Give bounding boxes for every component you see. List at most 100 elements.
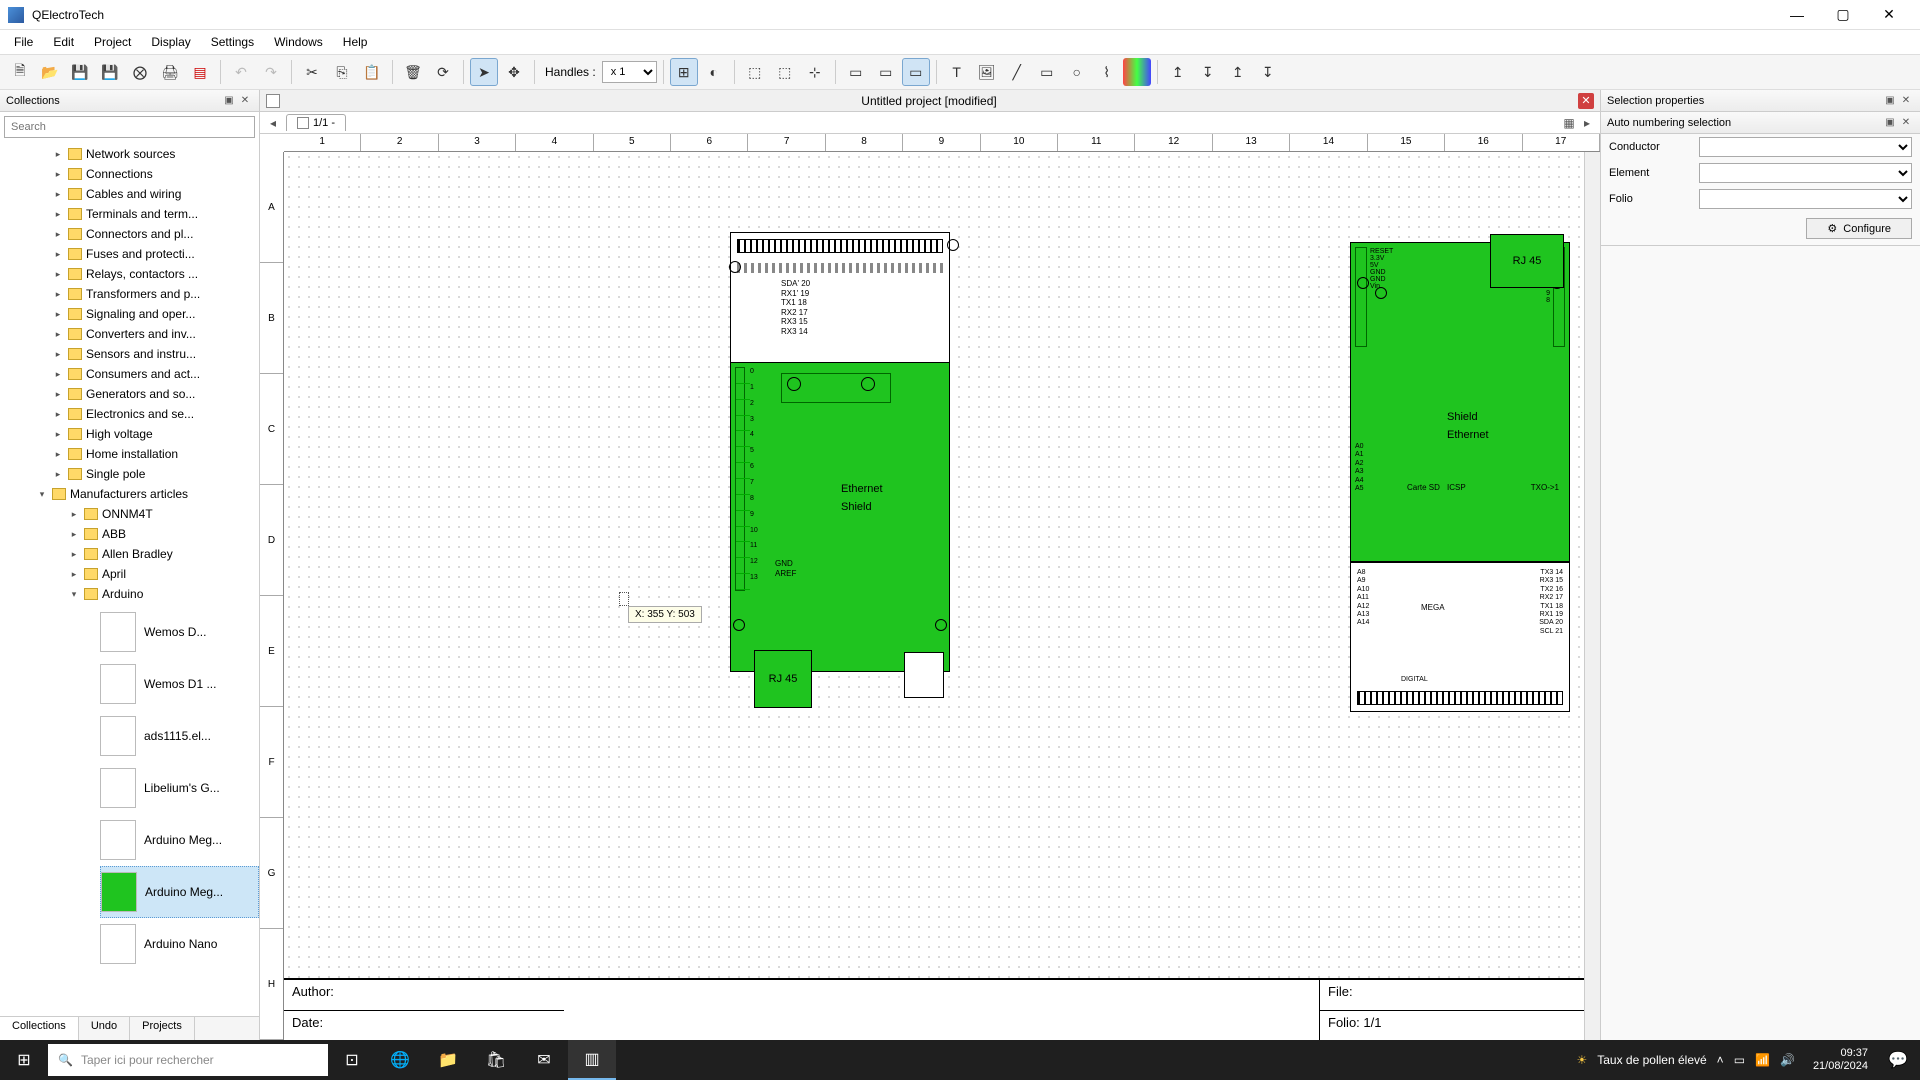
tree-item[interactable]: ▸Consumers and act... (0, 364, 259, 384)
notification-icon[interactable]: 💬 (1876, 1050, 1920, 1070)
volume-icon[interactable]: 🔊 (1780, 1053, 1795, 1067)
tree-item[interactable]: ▸High voltage (0, 424, 259, 444)
menu-help[interactable]: Help (333, 33, 378, 51)
tree-item[interactable]: ▸ABB (0, 524, 259, 544)
align1-icon[interactable]: ▭ (842, 58, 870, 86)
tree-item[interactable]: ▾Arduino (0, 584, 259, 604)
pan-tool-icon[interactable]: ✥ (500, 58, 528, 86)
delete-icon[interactable]: 🗑 (399, 58, 427, 86)
element-thumb[interactable]: Arduino Nano (100, 918, 259, 970)
ethernet-shield-right[interactable]: Shield Ethernet RESET3.3V5VGNDGNDVin ARE… (1350, 242, 1570, 562)
conductor-select[interactable] (1699, 137, 1912, 157)
element-thumb[interactable]: Libelium's G... (100, 762, 259, 814)
pdf-icon[interactable]: ▤ (186, 58, 214, 86)
tree-single-pole[interactable]: ▸Single pole (0, 464, 259, 484)
prop-float-icon[interactable]: ▣ (1882, 95, 1898, 106)
select-poly-icon[interactable]: ⬚ (771, 58, 799, 86)
grid-icon[interactable]: ⊞ (670, 58, 698, 86)
tree-item[interactable]: ▸Allen Bradley (0, 544, 259, 564)
autonum-float-icon[interactable]: ▣ (1882, 117, 1898, 128)
close-doc-icon[interactable]: ⨂ (126, 58, 154, 86)
battery-icon[interactable]: ▭ (1734, 1053, 1745, 1067)
page-next-icon[interactable]: ▸ (1578, 116, 1596, 130)
cut-icon[interactable]: ✂ (298, 58, 326, 86)
panel-float-icon[interactable]: ▣ (221, 95, 237, 106)
element-thumb[interactable]: Wemos D1 ... (100, 658, 259, 710)
tab-undo[interactable]: Undo (79, 1017, 130, 1040)
image-icon[interactable]: 🖼 (973, 58, 1001, 86)
tree-item[interactable]: ▸Network sources (0, 144, 259, 164)
rj45-left[interactable]: RJ 45 (754, 650, 812, 708)
prop-close-icon[interactable]: ✕ (1898, 95, 1914, 106)
rj45-right[interactable]: RJ 45 (1490, 234, 1564, 288)
collections-tree[interactable]: ▸Network sources▸Connections▸Cables and … (0, 142, 259, 1016)
copy-icon[interactable]: ⎘ (328, 58, 356, 86)
select-rect-icon[interactable]: ⬚ (741, 58, 769, 86)
pointer-tool-icon[interactable]: ➤ (470, 58, 498, 86)
tree-item[interactable]: ▸April (0, 564, 259, 584)
align3-icon[interactable]: ▭ (902, 58, 930, 86)
menu-windows[interactable]: Windows (264, 33, 333, 51)
rotate-icon[interactable]: ⟳ (429, 58, 457, 86)
wifi-icon[interactable]: 📶 (1755, 1053, 1770, 1067)
rect-shape-icon[interactable]: ▭ (1033, 58, 1061, 86)
minimize-button[interactable]: — (1774, 0, 1820, 30)
tree-item[interactable]: ▸Generators and so... (0, 384, 259, 404)
tab-collections[interactable]: Collections (0, 1017, 79, 1040)
menu-project[interactable]: Project (84, 33, 141, 51)
paste-icon[interactable]: 📋 (358, 58, 386, 86)
open-icon[interactable]: 📂 (36, 58, 64, 86)
taskbar-search[interactable]: 🔍Taper ici pour rechercher (48, 1044, 328, 1076)
tree-item[interactable]: ▸Relays, contactors ... (0, 264, 259, 284)
tree-item[interactable]: ▸Fuses and protecti... (0, 244, 259, 264)
ellipse-icon[interactable]: ○ (1063, 58, 1091, 86)
page-view-icon[interactable]: ▦ (1560, 116, 1578, 130)
autonum-close-icon[interactable]: ✕ (1898, 117, 1914, 128)
save-icon[interactable]: 💾 (66, 58, 94, 86)
configure-button[interactable]: ⚙Configure (1806, 218, 1912, 239)
element-thumb[interactable]: Arduino Meg... (100, 814, 259, 866)
folio-select[interactable] (1699, 189, 1912, 209)
tree-item[interactable]: ▸Connections (0, 164, 259, 184)
tree-item[interactable]: ▸Cables and wiring (0, 184, 259, 204)
start-button[interactable]: ⊞ (0, 1040, 48, 1080)
element-thumb[interactable]: Arduino Meg... (100, 866, 259, 918)
tray-chevron-icon[interactable]: ˄ (1717, 1053, 1724, 1067)
tab-projects[interactable]: Projects (130, 1017, 195, 1040)
contrast-icon[interactable]: ◐ (700, 58, 728, 86)
order1-icon[interactable]: ↥ (1164, 58, 1192, 86)
new-icon[interactable]: 🗎 (6, 58, 34, 86)
close-button[interactable]: ✕ (1866, 0, 1912, 30)
tree-item[interactable]: ▸Electronics and se... (0, 404, 259, 424)
qelectrotech-task-icon[interactable]: ▥ (568, 1040, 616, 1080)
vscrollbar[interactable] (1584, 152, 1600, 1040)
element-thumb[interactable]: ads1115.el... (100, 710, 259, 762)
polyline-icon[interactable]: ⌇ (1093, 58, 1121, 86)
line-icon[interactable]: ╱ (1003, 58, 1031, 86)
palette-icon[interactable] (1123, 58, 1151, 86)
tree-item[interactable]: ▸ONNM4T (0, 504, 259, 524)
print-icon[interactable]: 🖨 (156, 58, 184, 86)
save-as-icon[interactable]: 💾 (96, 58, 124, 86)
maximize-button[interactable]: ▢ (1820, 0, 1866, 30)
handles-select[interactable]: x 1 (602, 61, 657, 83)
drawing-canvas[interactable]: SDA' 20RX1' 19TX1 18RX2 17RX3 15RX3 14 0… (284, 152, 1600, 1040)
tree-manufacturers[interactable]: ▾Manufacturers articles (0, 484, 259, 504)
connector-block[interactable] (904, 652, 944, 698)
element-thumb[interactable]: Wemos D... (100, 606, 259, 658)
edge-icon[interactable]: 🌐 (376, 1040, 424, 1080)
pollen-icon[interactable]: ☀ (1576, 1053, 1587, 1067)
doc-tab-icon[interactable] (266, 94, 280, 108)
task-view-icon[interactable]: ⊡ (328, 1040, 376, 1080)
doc-close-icon[interactable]: ✕ (1578, 93, 1594, 109)
page-prev-icon[interactable]: ◂ (264, 116, 282, 130)
explorer-icon[interactable]: 📁 (424, 1040, 472, 1080)
page-tab[interactable]: 1/1 - (286, 114, 346, 131)
tree-item[interactable]: ▸Home installation (0, 444, 259, 464)
tree-item[interactable]: ▸Signaling and oper... (0, 304, 259, 324)
order4-icon[interactable]: ↧ (1254, 58, 1282, 86)
ethernet-shield-left[interactable]: 012345678910111213 Ethernet Shield GND A… (730, 362, 950, 672)
arduino-mega-top[interactable]: SDA' 20RX1' 19TX1 18RX2 17RX3 15RX3 14 (730, 232, 950, 382)
menu-file[interactable]: File (4, 33, 43, 51)
order2-icon[interactable]: ↧ (1194, 58, 1222, 86)
